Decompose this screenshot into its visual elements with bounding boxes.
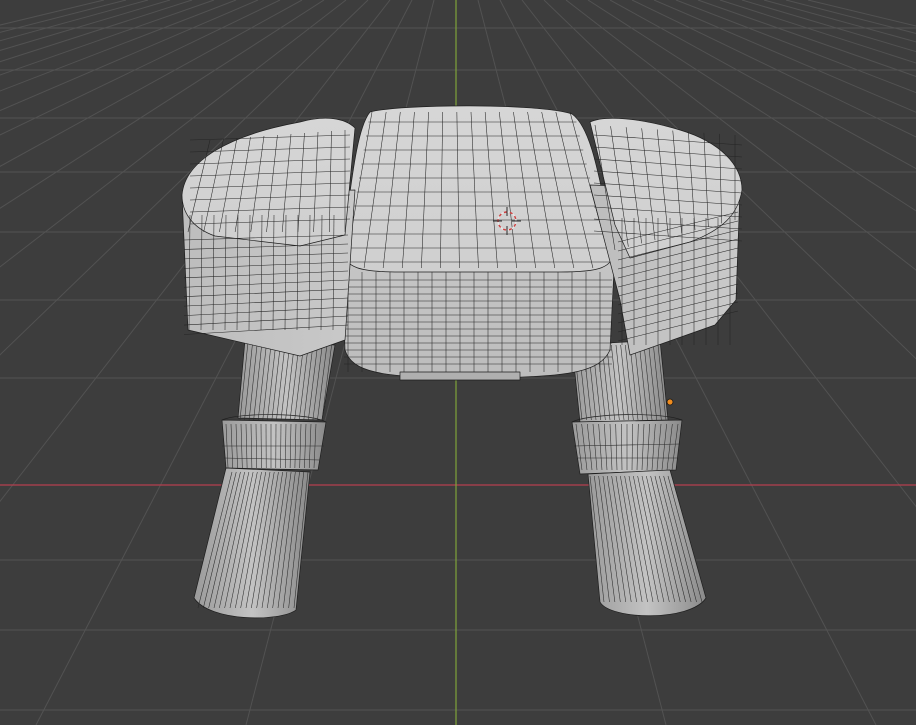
3d-viewport[interactable] (0, 0, 916, 725)
center-seat[interactable] (341, 105, 616, 381)
object-origin-dot[interactable] (666, 398, 674, 406)
stool-mesh[interactable] (181, 105, 743, 619)
left-leg[interactable] (193, 339, 336, 619)
right-seat[interactable] (589, 117, 743, 356)
right-leg[interactable] (571, 339, 707, 617)
viewport-canvas[interactable] (0, 0, 916, 725)
